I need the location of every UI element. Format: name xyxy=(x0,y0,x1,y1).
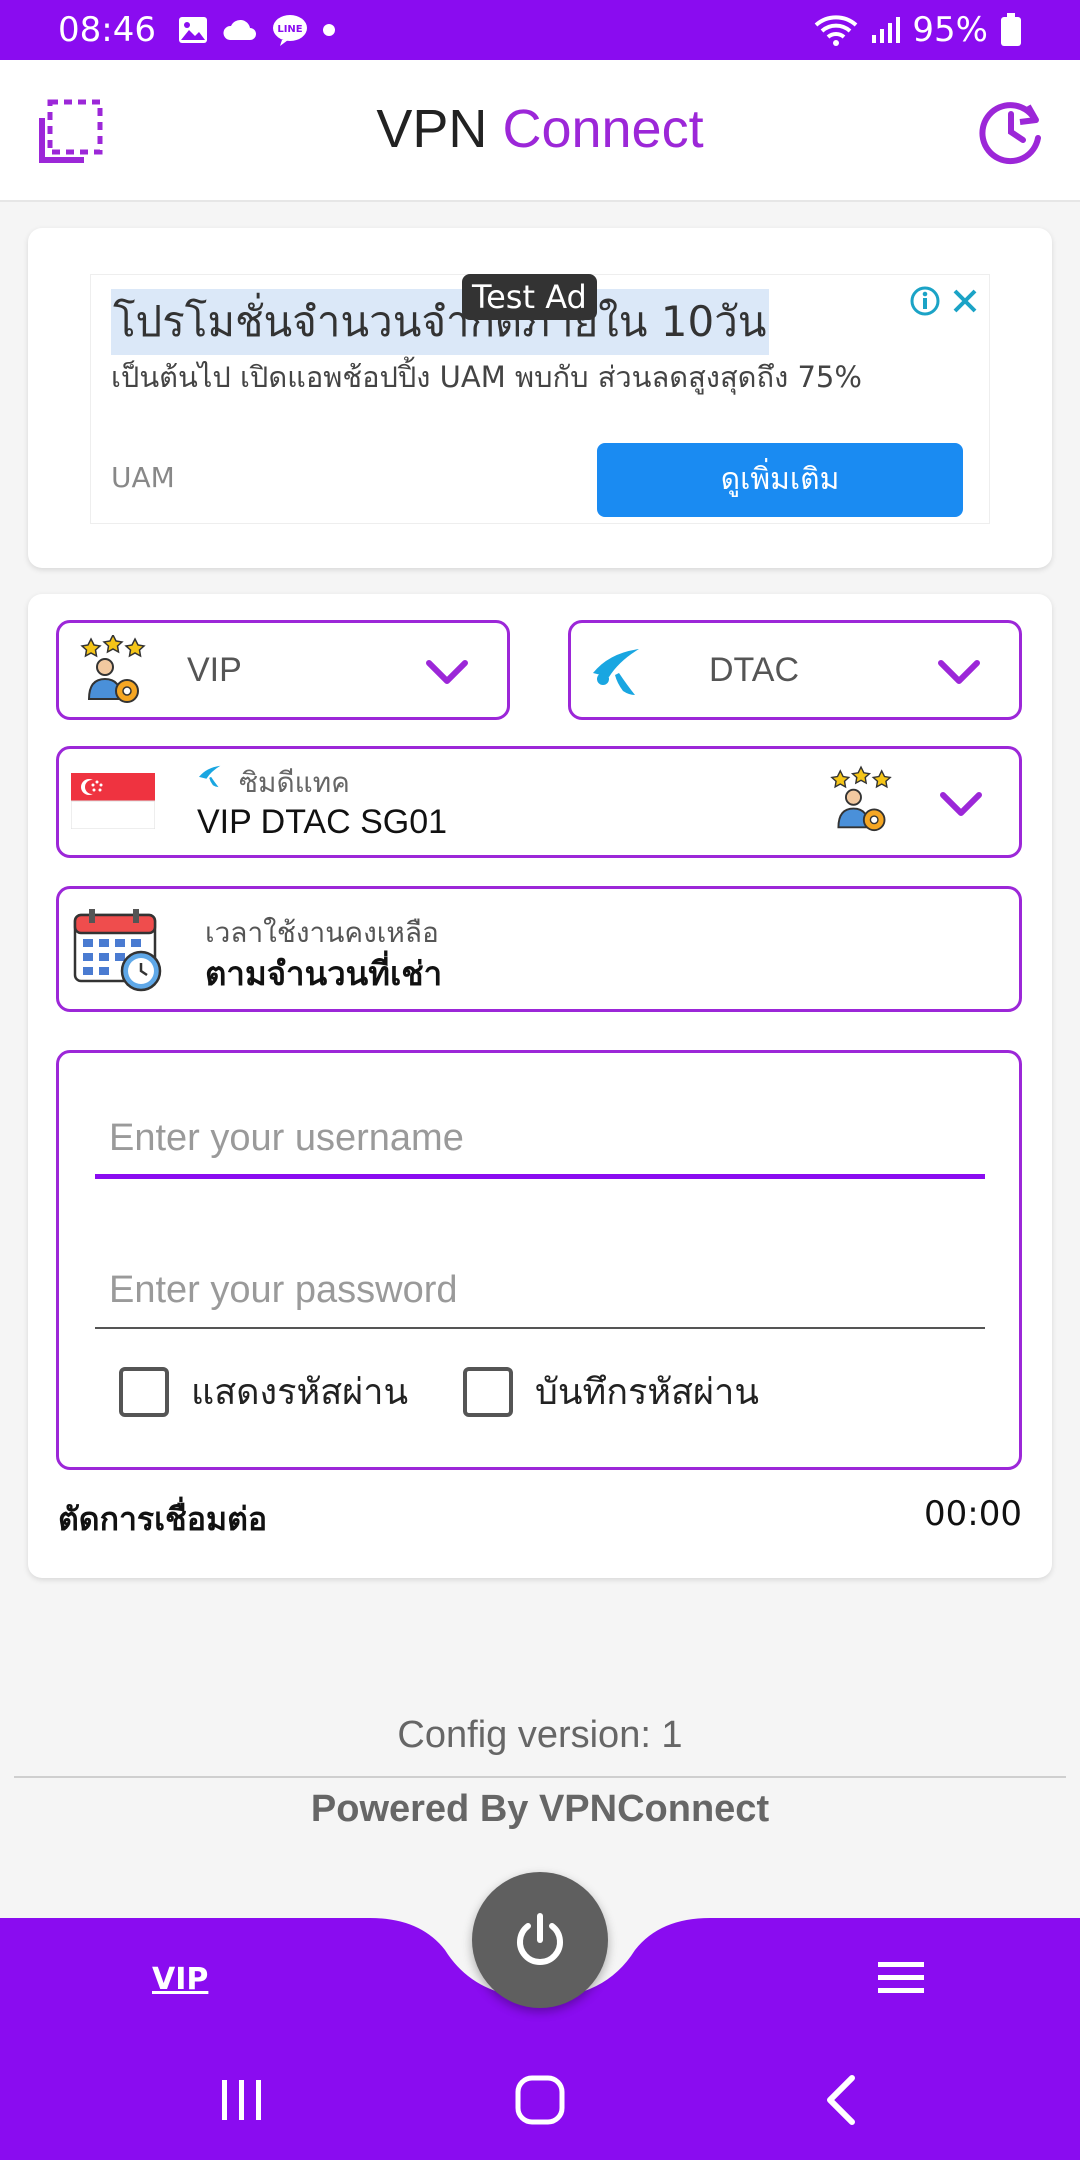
status-time: 08:46 xyxy=(58,10,156,50)
login-form: แสดงรหัสผ่าน บันทึกรหัสผ่าน xyxy=(56,1050,1022,1470)
save-password-label: บันทึกรหัสผ่าน xyxy=(535,1372,759,1413)
image-icon xyxy=(178,17,207,43)
app-title-vpn: VPN xyxy=(376,99,488,159)
signal-icon xyxy=(872,17,901,43)
ad-cta-button[interactable]: ดูเพิ่มเติม xyxy=(597,443,963,517)
network-label: DTAC xyxy=(709,651,800,689)
connection-status: ตัดการเชื่อมต่อ xyxy=(58,1500,268,1538)
footer-divider xyxy=(14,1776,1066,1778)
vip-user-icon xyxy=(80,635,146,703)
ad-info-icon[interactable] xyxy=(909,285,941,317)
config-version: Config version: 1 xyxy=(397,1714,683,1756)
battery-icon xyxy=(1001,13,1021,46)
server-name: VIP DTAC SG01 xyxy=(197,803,448,841)
password-input[interactable] xyxy=(95,1253,985,1329)
checkbox-box[interactable] xyxy=(463,1366,513,1417)
plan-selector[interactable]: VIP xyxy=(56,620,510,720)
remaining-time-panel: เวลาใช้งานคงเหลือ ตามจำนวนที่เช่า xyxy=(56,886,1022,1012)
wifi-icon xyxy=(815,15,858,46)
ad-close-icon[interactable] xyxy=(949,285,981,317)
connection-timer: 00:00 xyxy=(924,1494,1022,1534)
svg-text:LINE: LINE xyxy=(277,24,302,35)
show-password-checkbox[interactable]: แสดงรหัสผ่าน xyxy=(119,1363,408,1420)
test-ad-badge: Test Ad xyxy=(462,274,597,320)
chevron-down-icon xyxy=(938,660,980,684)
status-bar: 08:46 LINE 95% xyxy=(0,0,1080,60)
server-selector[interactable]: ซิมดีแทค VIP DTAC SG01 xyxy=(56,746,1022,858)
power-icon xyxy=(517,1913,563,1965)
line-icon: LINE xyxy=(272,15,307,46)
plan-label: VIP xyxy=(187,651,242,689)
app-bar: VPN Connect xyxy=(0,60,1080,202)
app-title: VPN Connect xyxy=(0,98,1080,160)
server-sublabel: ซิมดีแทค xyxy=(239,766,350,799)
back-icon[interactable] xyxy=(814,2070,874,2130)
dot-icon xyxy=(322,24,335,36)
ad-description: เป็นต้นไป เปิดแอพช้อปปิ้ง UAM พบกับ ส่วน… xyxy=(111,360,862,394)
menu-icon[interactable] xyxy=(876,1958,926,1998)
cloud-icon xyxy=(223,19,256,40)
main-card: VIP DTAC ซิมดีแทค VIP DTAC SG01 เวลาใช้ง… xyxy=(28,594,1052,1578)
vip-nav-button[interactable]: VIP xyxy=(152,1960,208,2004)
dtac-logo-icon xyxy=(593,649,639,695)
connection-status-row: ตัดการเชื่อมต่อ 00:00 xyxy=(58,1494,1022,1545)
singapore-flag-icon xyxy=(71,773,155,829)
powered-by: Powered By VPNConnect xyxy=(310,1788,770,1830)
calendar-clock-icon xyxy=(73,909,162,992)
chevron-down-icon xyxy=(940,792,982,816)
vip-user-icon xyxy=(830,765,892,832)
app-title-connect: Connect xyxy=(502,99,704,159)
history-icon[interactable] xyxy=(976,96,1046,166)
recent-apps-icon[interactable] xyxy=(212,2070,272,2130)
network-selector[interactable]: DTAC xyxy=(568,620,1022,720)
battery-percent: 95% xyxy=(912,10,988,50)
username-input[interactable] xyxy=(95,1103,985,1179)
ad-headline[interactable]: โปรโมชั่นจำนวนจำกัดภายใน 10วัน xyxy=(111,289,769,355)
power-button[interactable] xyxy=(472,1872,608,2008)
checkbox-box[interactable] xyxy=(119,1366,169,1417)
time-value: ตามจำนวนที่เช่า xyxy=(205,954,443,993)
show-password-label: แสดงรหัสผ่าน xyxy=(191,1372,409,1413)
dtac-small-icon xyxy=(199,765,221,788)
ad-advertiser: UAM xyxy=(111,461,175,494)
chevron-down-icon xyxy=(426,660,468,684)
home-icon[interactable] xyxy=(510,2070,570,2130)
save-password-checkbox[interactable]: บันทึกรหัสผ่าน xyxy=(463,1363,759,1420)
vip-nav-label: VIP xyxy=(152,1962,209,1997)
